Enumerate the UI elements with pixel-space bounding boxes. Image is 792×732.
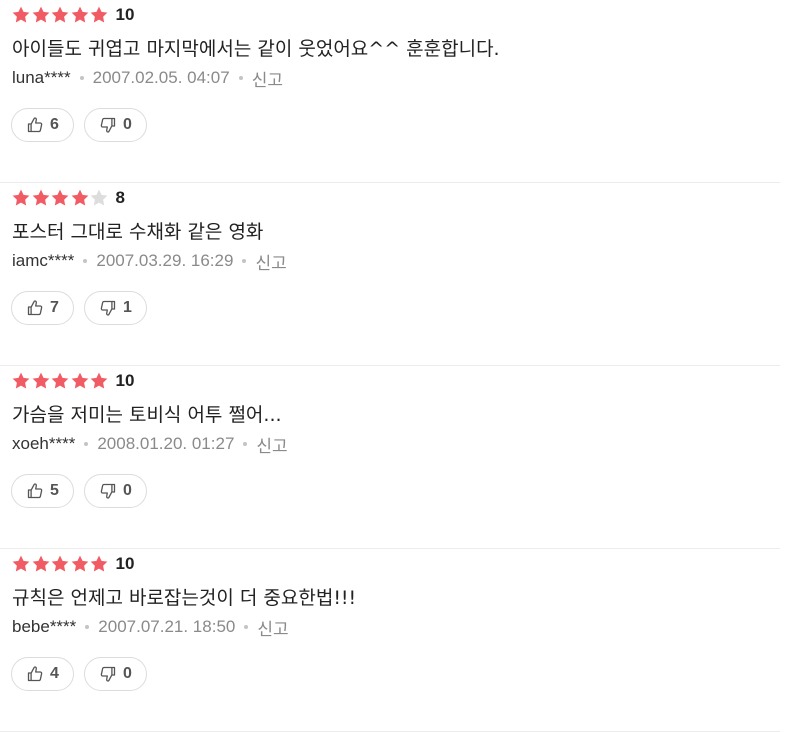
like-button[interactable]: 6 [11, 108, 74, 142]
star-rating [11, 188, 109, 208]
dislike-count: 1 [123, 299, 132, 316]
star-filled-icon [50, 554, 70, 574]
vote-buttons: 7 1 [11, 291, 157, 325]
review-meta: luna**** 2007.02.05. 04:07 신고 [12, 66, 283, 91]
rating-score: 10 [115, 554, 135, 573]
rating-score: 10 [115, 371, 135, 390]
star-filled-icon [31, 5, 51, 25]
separator-dot [85, 625, 90, 629]
review-author: xoeh**** [12, 434, 76, 453]
star-filled-icon [89, 5, 109, 25]
review-comment: 규칙은 언제고 바로잡는것이 더 중요한법!!! [12, 587, 357, 609]
separator-dot [244, 625, 249, 629]
rating-row: 8 [11, 187, 125, 209]
dislike-button[interactable]: 0 [84, 657, 147, 691]
review-item: 10 규칙은 언제고 바로잡는것이 더 중요한법!!! bebe**** 200… [0, 549, 780, 732]
thumbs-up-icon [26, 482, 44, 500]
rating-score: 8 [115, 188, 125, 207]
star-rating [11, 5, 109, 25]
review-meta: bebe**** 2007.07.21. 18:50 신고 [12, 615, 289, 640]
review-item: 8 포스터 그대로 수채화 같은 영화 iamc**** 2007.03.29.… [0, 183, 780, 366]
star-filled-icon [70, 554, 90, 574]
review-date: 2007.03.29. 16:29 [96, 251, 234, 270]
like-button[interactable]: 4 [11, 657, 74, 691]
dislike-button[interactable]: 0 [84, 474, 147, 508]
rating-row: 10 [11, 553, 134, 575]
report-link[interactable]: 신고 [256, 432, 287, 457]
review-item: 10 아이들도 귀엽고 마지막에서는 같이 웃었어요^^ 훈훈합니다. luna… [0, 0, 780, 183]
star-filled-icon [50, 188, 70, 208]
review-comment: 아이들도 귀엽고 마지막에서는 같이 웃었어요^^ 훈훈합니다. [12, 38, 500, 60]
rating-score: 10 [115, 5, 135, 24]
like-count: 5 [50, 482, 59, 499]
separator-dot [84, 442, 89, 446]
star-filled-icon [89, 554, 109, 574]
review-meta: xoeh**** 2008.01.20. 01:27 신고 [12, 432, 288, 457]
review-list: 10 아이들도 귀엽고 마지막에서는 같이 웃었어요^^ 훈훈합니다. luna… [0, 0, 792, 732]
separator-dot [242, 259, 247, 263]
separator-dot [79, 76, 84, 80]
thumbs-down-icon [99, 665, 117, 683]
like-count: 7 [50, 299, 59, 316]
star-filled-icon [11, 554, 31, 574]
star-filled-icon [31, 188, 51, 208]
separator-dot [83, 259, 88, 263]
dislike-count: 0 [123, 116, 132, 133]
rating-row: 10 [11, 4, 134, 26]
report-link[interactable]: 신고 [255, 249, 286, 274]
report-link[interactable]: 신고 [257, 615, 288, 640]
thumbs-up-icon [26, 299, 44, 317]
like-button[interactable]: 7 [11, 291, 74, 325]
star-rating [11, 554, 109, 574]
thumbs-down-icon [99, 482, 117, 500]
report-link[interactable]: 신고 [252, 66, 283, 91]
review-comment: 가슴을 저미는 토비식 어투 쩔어... [12, 404, 282, 426]
star-filled-icon [31, 554, 51, 574]
review-item: 10 가슴을 저미는 토비식 어투 쩔어... xoeh**** 2008.01… [0, 366, 780, 549]
review-date: 2007.07.21. 18:50 [98, 617, 236, 636]
dislike-count: 0 [123, 482, 132, 499]
dislike-count: 0 [123, 665, 132, 682]
thumbs-down-icon [99, 116, 117, 134]
star-filled-icon [70, 5, 90, 25]
dislike-button[interactable]: 0 [84, 108, 147, 142]
vote-buttons: 4 0 [11, 657, 157, 691]
star-filled-icon [11, 188, 31, 208]
rating-row: 10 [11, 370, 134, 392]
star-filled-icon [11, 5, 31, 25]
star-empty-icon [89, 188, 109, 208]
review-author: luna**** [12, 68, 71, 87]
star-filled-icon [70, 371, 90, 391]
like-count: 6 [50, 116, 59, 133]
star-filled-icon [11, 371, 31, 391]
star-filled-icon [70, 188, 90, 208]
star-filled-icon [50, 371, 70, 391]
star-filled-icon [31, 371, 51, 391]
like-count: 4 [50, 665, 59, 682]
review-date: 2008.01.20. 01:27 [97, 434, 235, 453]
review-author: bebe**** [12, 617, 77, 636]
review-meta: iamc**** 2007.03.29. 16:29 신고 [12, 249, 287, 274]
star-rating [11, 371, 109, 391]
vote-buttons: 5 0 [11, 474, 157, 508]
like-button[interactable]: 5 [11, 474, 74, 508]
thumbs-down-icon [99, 299, 117, 317]
review-date: 2007.02.05. 04:07 [92, 68, 230, 87]
separator-dot [238, 76, 243, 80]
thumbs-up-icon [26, 665, 44, 683]
review-comment: 포스터 그대로 수채화 같은 영화 [12, 221, 264, 243]
thumbs-up-icon [26, 116, 44, 134]
dislike-button[interactable]: 1 [84, 291, 147, 325]
star-filled-icon [89, 371, 109, 391]
star-filled-icon [50, 5, 70, 25]
vote-buttons: 6 0 [11, 108, 157, 142]
review-author: iamc**** [12, 251, 75, 270]
separator-dot [243, 442, 248, 446]
